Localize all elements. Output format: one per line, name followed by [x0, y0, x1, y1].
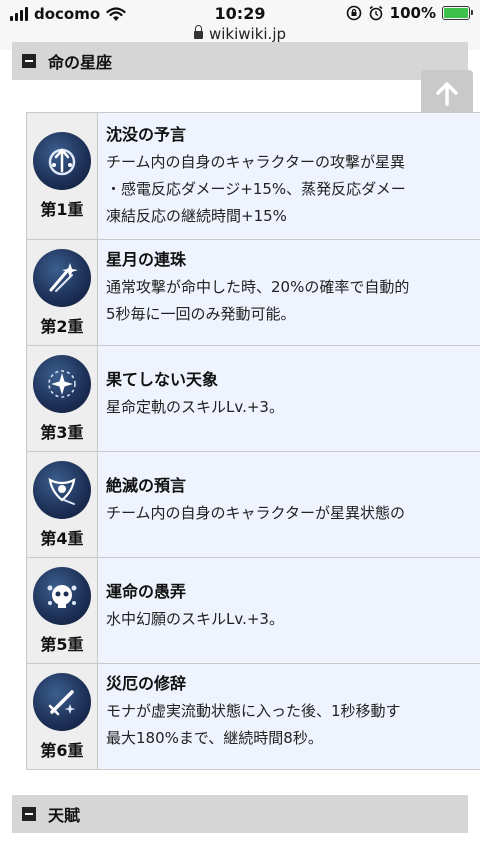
rank-label: 第3重 — [40, 422, 84, 442]
table-row: 第6重 災厄の修辞 モナが虚実流動状態に入った後、1秒移動す 最大180%まで、… — [27, 664, 480, 770]
rank-cell: 第5重 — [27, 558, 98, 663]
rotation-lock-icon — [346, 5, 361, 21]
constellation-title: 果てしない天象 — [106, 370, 219, 389]
skull-bubble-icon — [33, 566, 91, 625]
table-row: 第1重 沈没の予言 チーム内の自身のキャラクターの攻撃が星異 ・感電反応ダメージ… — [27, 113, 480, 240]
constellation-title: 絶滅の預言 — [106, 476, 187, 495]
description-cell: 災厄の修辞 モナが虚実流動状態に入った後、1秒移動す 最大180%まで、継続時間… — [98, 664, 480, 769]
rank-label: 第1重 — [40, 200, 84, 219]
rank-cell: 第6重 — [27, 664, 98, 769]
star-sparkle-icon — [33, 354, 91, 413]
alarm-icon — [369, 5, 383, 21]
star-moon-icon — [33, 248, 91, 307]
url-text: wikiwiki.jp — [208, 25, 287, 43]
rank-cell: 第2重 — [27, 240, 98, 345]
prophecy-eye-icon — [33, 460, 91, 519]
description-cell: 沈没の予言 チーム内の自身のキャラクターの攻撃が星異 ・感電反応ダメージ+15%… — [98, 113, 480, 239]
rank-label: 第4重 — [40, 528, 84, 548]
table-row: 第5重 運命の愚弄 水中幻願のスキルLv.+3。 — [27, 558, 480, 664]
description-cell: 果てしない天象 星命定軌のスキルLv.+3。 — [98, 346, 480, 451]
description-line: 5秒毎に一回のみ発動可能。 — [106, 305, 296, 323]
table-row: 第2重 星月の連珠 通常攻撃が命中した時、20%の確率で自動的 5秒毎に一回のみ… — [27, 240, 480, 346]
description-line: 水中幻願のスキルLv.+3。 — [106, 610, 284, 628]
description-cell: 星月の連珠 通常攻撃が命中した時、20%の確率で自動的 5秒毎に一回のみ発動可能… — [98, 240, 480, 345]
collapse-icon[interactable] — [22, 807, 36, 821]
rank-label: 第5重 — [40, 634, 84, 654]
table-row: 第3重 果てしない天象 星命定軌のスキルLv.+3。 — [27, 346, 480, 452]
battery-icon — [442, 6, 473, 20]
battery-percentage: 100% — [389, 4, 436, 22]
description-line: 星命定軌のスキルLv.+3。 — [106, 398, 284, 416]
lock-icon — [193, 25, 203, 39]
section-title: 命の星座 — [48, 53, 113, 72]
rank-label: 第6重 — [40, 740, 84, 760]
sunken-prophecy-icon — [33, 132, 91, 190]
description-line: モナが虚実流動状態に入った後、1秒移動す — [106, 702, 401, 720]
section-header-talent[interactable]: 天賦 — [12, 795, 468, 833]
rank-cell: 第4重 — [27, 452, 98, 557]
section-title: 天賦 — [48, 806, 81, 825]
constellation-title: 運命の愚弄 — [106, 582, 187, 601]
table-row: 第4重 絶滅の預言 チーム内の自身のキャラクターが星異状態の — [27, 452, 480, 558]
status-icons: 100% — [346, 4, 473, 22]
collapse-icon[interactable] — [22, 54, 36, 68]
battery-level — [444, 8, 468, 18]
rank-cell: 第3重 — [27, 346, 98, 451]
constellation-table: 第1重 沈没の予言 チーム内の自身のキャラクターの攻撃が星異 ・感電反応ダメージ… — [26, 112, 480, 770]
description-line: 通常攻撃が命中した時、20%の確率で自動的 — [106, 278, 410, 296]
description-line: チーム内の自身のキャラクターの攻撃が星異 — [106, 153, 405, 171]
sword-star-icon — [33, 672, 91, 731]
description-line: 最大180%まで、継続時間8秒。 — [106, 729, 323, 747]
description-line: チーム内の自身のキャラクターが星異状態の — [106, 504, 405, 522]
arrow-up-icon — [436, 82, 458, 106]
constellation-title: 災厄の修辞 — [106, 674, 187, 693]
description-cell: 絶滅の預言 チーム内の自身のキャラクターが星異状態の — [98, 452, 480, 557]
rank-cell: 第1重 — [27, 113, 98, 239]
section-header-constellation[interactable]: 命の星座 — [12, 42, 468, 80]
constellation-title: 星月の連珠 — [106, 250, 187, 269]
address-bar[interactable]: wikiwiki.jp — [0, 25, 480, 43]
rank-label: 第2重 — [40, 316, 84, 336]
description-line: 凍結反応の継続時間+15% — [106, 207, 287, 225]
description-cell: 運命の愚弄 水中幻願のスキルLv.+3。 — [98, 558, 480, 663]
scroll-to-top-button[interactable] — [421, 70, 473, 118]
constellation-title: 沈没の予言 — [106, 125, 187, 144]
description-line: ・感電反応ダメージ+15%、蒸発反応ダメー — [106, 180, 406, 198]
